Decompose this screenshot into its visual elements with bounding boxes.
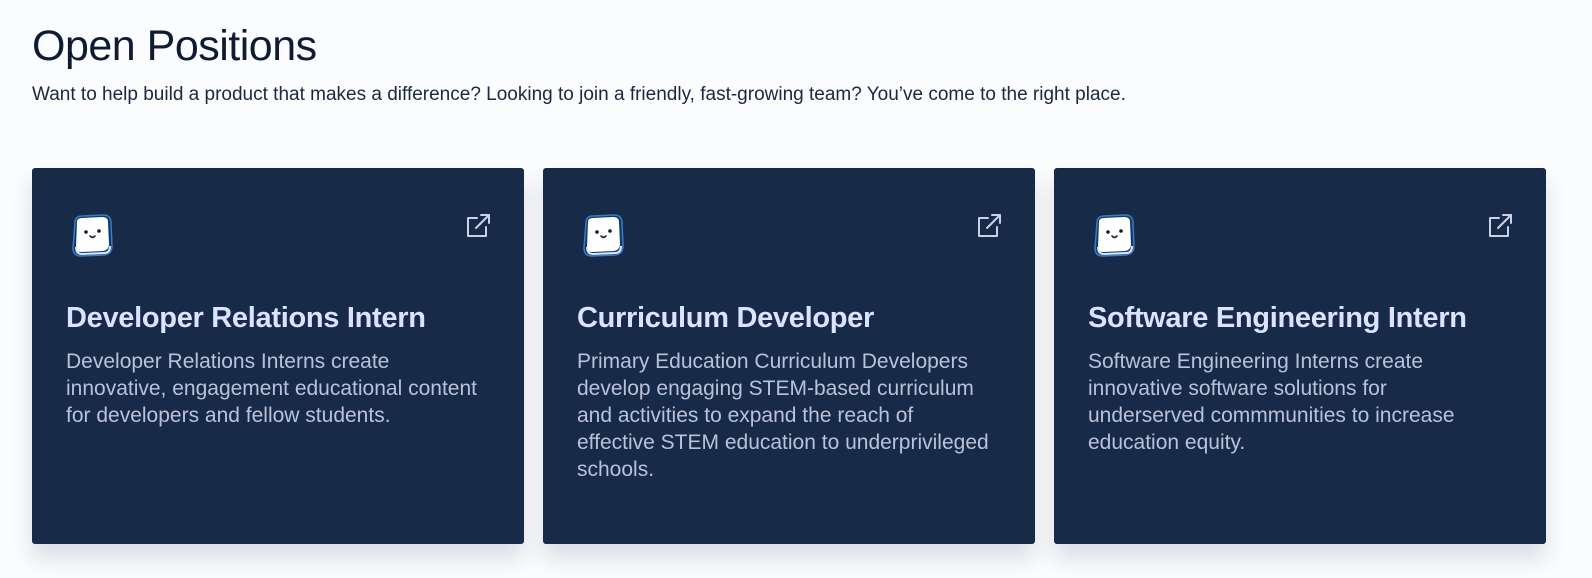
page-title: Open Positions xyxy=(32,22,317,70)
position-description: Primary Education Curriculum Developers … xyxy=(577,350,989,481)
external-link-icon[interactable] xyxy=(1486,212,1514,240)
positions-list: Developer Relations Intern Developer Rel… xyxy=(32,168,1546,544)
cube-mascot-icon xyxy=(66,210,116,260)
page-subtitle: Want to help build a product that makes … xyxy=(32,84,1126,105)
position-card-software-engineering-intern[interactable]: Software Engineering Intern Software Eng… xyxy=(1054,168,1546,544)
position-description: Developer Relations Interns create innov… xyxy=(66,350,477,427)
position-title: Developer Relations Intern xyxy=(66,302,426,334)
position-title: Curriculum Developer xyxy=(577,302,874,334)
position-card-developer-relations-intern[interactable]: Developer Relations Intern Developer Rel… xyxy=(32,168,524,544)
position-title: Software Engineering Intern xyxy=(1088,302,1467,334)
cube-mascot-icon xyxy=(577,210,627,260)
open-positions-page: Open Positions Want to help build a prod… xyxy=(0,0,1592,578)
external-link-icon[interactable] xyxy=(975,212,1003,240)
cube-mascot-icon xyxy=(1088,210,1138,260)
external-link-icon[interactable] xyxy=(464,212,492,240)
position-card-curriculum-developer[interactable]: Curriculum Developer Primary Education C… xyxy=(543,168,1035,544)
position-description: Software Engineering Interns create inno… xyxy=(1088,350,1455,454)
